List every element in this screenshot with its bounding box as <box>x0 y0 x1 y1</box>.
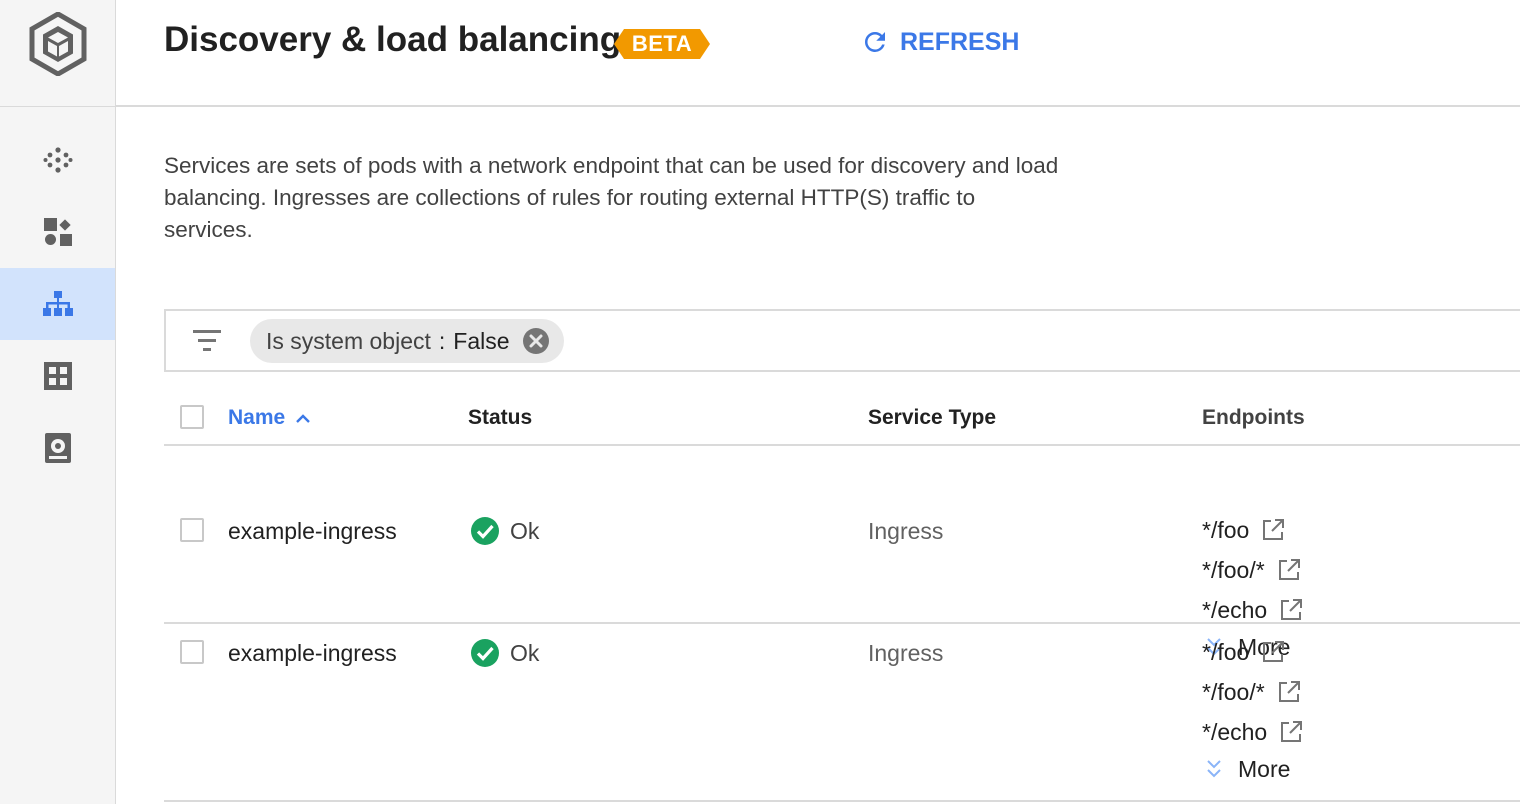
filter-bar: Is system object : False <box>164 309 1520 372</box>
beta-badge-label: BETA <box>631 31 693 56</box>
storage-icon <box>44 433 71 463</box>
nav-item-discovery[interactable] <box>0 268 115 340</box>
more-endpoints-button[interactable]: More <box>1202 752 1303 786</box>
nav-item-workloads[interactable] <box>0 196 115 268</box>
nav-item-clusters[interactable] <box>0 124 115 196</box>
open-in-new-icon <box>1278 559 1300 580</box>
endpoint-path: */foo/* <box>1202 556 1265 583</box>
configuration-icon <box>43 362 72 390</box>
page-header: Discovery & load balancing BETA REFRESH <box>116 0 1520 107</box>
table-row: example-ingress Ok Ingress */foo */foo/*… <box>164 446 1520 660</box>
page-description: Services are sets of pods with a network… <box>164 153 1059 242</box>
status-cell: Ok <box>470 638 539 668</box>
row-checkbox[interactable] <box>180 640 204 664</box>
filter-chip[interactable]: Is system object : False <box>250 319 564 363</box>
beta-badge: BETA <box>614 29 710 59</box>
services-table: Name Status Service Type Endpoints examp… <box>164 390 1520 802</box>
nav-item-configuration[interactable] <box>0 340 115 412</box>
open-in-new-icon <box>1263 519 1285 540</box>
sidebar <box>0 0 116 804</box>
endpoint-link[interactable]: */foo/* <box>1202 550 1303 590</box>
endpoint-path: */echo <box>1202 718 1268 745</box>
endpoint-link[interactable]: */echo <box>1202 712 1303 752</box>
filter-icon[interactable] <box>192 327 222 355</box>
check-circle-icon <box>471 517 499 545</box>
refresh-button[interactable]: REFRESH <box>860 22 1019 62</box>
select-all-checkbox[interactable] <box>180 405 204 429</box>
filter-chip-separator: : <box>438 327 446 354</box>
open-in-new-icon <box>1281 721 1303 742</box>
open-in-new-icon <box>1263 641 1285 662</box>
cluster-icon <box>43 147 72 173</box>
endpoint-link[interactable]: */foo/* <box>1202 672 1303 712</box>
endpoint-path: */foo/* <box>1202 678 1265 705</box>
column-header-name-label: Name <box>228 406 286 429</box>
refresh-label: REFRESH <box>900 27 1020 56</box>
nav-item-storage[interactable] <box>0 412 115 484</box>
endpoint-path: */foo <box>1202 516 1250 543</box>
endpoint-path: */foo <box>1202 638 1250 665</box>
page-title: Discovery & load balancing <box>164 20 622 59</box>
table-header-row: Name Status Service Type Endpoints <box>164 390 1520 446</box>
endpoints-list: */foo */foo/* */echo More <box>1202 632 1303 786</box>
workloads-icon <box>43 218 72 246</box>
sort-ascending-icon <box>296 414 311 423</box>
close-circle-icon <box>522 328 549 354</box>
service-name-link[interactable]: example-ingress <box>228 640 397 667</box>
check-circle-icon <box>471 639 499 667</box>
service-type: Ingress <box>868 640 944 666</box>
column-header-status[interactable]: Status <box>468 406 532 430</box>
column-header-name[interactable]: Name <box>228 406 311 430</box>
service-name-link[interactable]: example-ingress <box>228 518 397 545</box>
filter-chip-value: False <box>453 327 510 354</box>
open-in-new-icon <box>1278 681 1300 702</box>
endpoint-path: */echo <box>1202 596 1268 623</box>
table-row: example-ingress Ok Ingress */foo */foo/*… <box>164 624 1520 802</box>
status-text: Ok <box>510 639 540 666</box>
more-label: More <box>1238 755 1291 782</box>
remove-filter-button[interactable] <box>522 327 550 355</box>
endpoint-link[interactable]: */foo <box>1202 510 1303 550</box>
refresh-icon <box>864 31 885 52</box>
column-header-service-type[interactable]: Service Type <box>868 406 996 430</box>
status-cell: Ok <box>470 516 539 546</box>
kubernetes-engine-logo-icon[interactable] <box>29 12 87 76</box>
logo-area <box>0 0 115 107</box>
service-type: Ingress <box>868 518 944 544</box>
discovery-icon <box>42 291 73 316</box>
status-text: Ok <box>510 517 540 544</box>
filter-chip-key: Is system object <box>266 327 431 354</box>
open-in-new-icon <box>1281 599 1303 620</box>
endpoint-link[interactable]: */foo <box>1202 632 1303 672</box>
column-header-endpoints: Endpoints <box>1202 406 1305 429</box>
row-checkbox[interactable] <box>180 518 204 542</box>
double-chevron-down-icon <box>1207 760 1221 778</box>
